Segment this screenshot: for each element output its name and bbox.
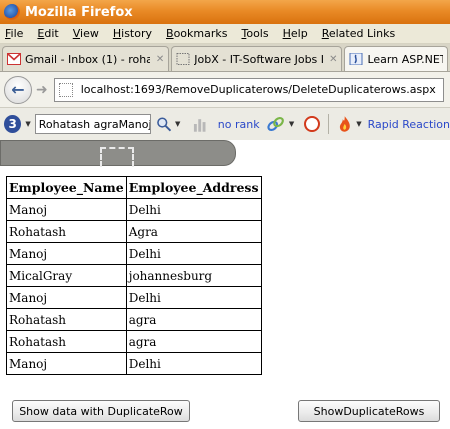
- table-row: Manoj Delhi: [6, 198, 262, 221]
- cell-employee-name: Manoj: [6, 198, 127, 221]
- menu-view[interactable]: View: [73, 27, 99, 40]
- cell-employee-name: MicalGray: [6, 264, 127, 287]
- forward-button[interactable]: ➜: [36, 82, 48, 98]
- back-arrow-icon: ←: [11, 80, 25, 99]
- cell-employee-address: Delhi: [125, 352, 262, 375]
- tab-gmail[interactable]: Gmail - Inbox (1) - rohata... ✕: [2, 46, 170, 71]
- close-icon[interactable]: ✕: [156, 54, 164, 65]
- tab-learn-aspnet[interactable]: Learn ASP.NET: [344, 46, 448, 71]
- table-row: Manoj Delhi: [6, 286, 262, 309]
- cell-employee-address: Delhi: [125, 242, 262, 265]
- navigation-bar: ← ➜ localhost:1693/RemoveDuplicaterows/D…: [0, 72, 450, 108]
- menu-help[interactable]: Help: [283, 27, 308, 40]
- column-header-name: Employee_Name: [6, 176, 127, 199]
- window-titlebar: Mozilla Firefox: [0, 0, 450, 24]
- cell-employee-address: johannesburg: [125, 264, 262, 287]
- cell-employee-name: Manoj: [6, 352, 127, 375]
- dropdown-arrow-icon[interactable]: ▼: [356, 120, 361, 128]
- cell-employee-name: Rohatash: [6, 308, 127, 331]
- menu-bar: File Edit View History Bookmarks Tools H…: [0, 24, 450, 44]
- firefox-logo-icon: [4, 4, 20, 20]
- table-row: Manoj Delhi: [6, 352, 262, 375]
- dropdown-arrow-icon[interactable]: ▼: [289, 120, 294, 128]
- dropdown-arrow-icon[interactable]: ▼: [175, 120, 180, 128]
- bar-chart-icon[interactable]: [192, 116, 207, 132]
- rank-text[interactable]: no rank: [218, 118, 260, 131]
- cell-employee-name: Rohatash: [6, 220, 127, 243]
- menu-related-links[interactable]: Related Links: [322, 27, 396, 40]
- flame-icon[interactable]: [337, 115, 352, 133]
- column-header-address: Employee_Address: [125, 176, 262, 199]
- dropdown-arrow-icon[interactable]: ▼: [25, 120, 30, 128]
- menu-bookmarks[interactable]: Bookmarks: [166, 27, 227, 40]
- table-header-row: Employee_Name Employee_Address: [6, 176, 262, 199]
- cell-employee-name: Manoj: [6, 242, 127, 265]
- employee-table: Employee_Name Employee_Address Manoj Del…: [6, 176, 262, 375]
- show-duplicate-rows-button[interactable]: ShowDuplicateRows: [298, 400, 440, 422]
- menu-edit[interactable]: Edit: [37, 27, 58, 40]
- table-row: Rohatash Agra: [6, 220, 262, 243]
- back-button[interactable]: ←: [4, 75, 32, 104]
- tab-strip: Gmail - Inbox (1) - rohata... ✕ JobX - I…: [0, 44, 450, 72]
- rapid-reaction-link[interactable]: Rapid Reaction: [368, 118, 450, 131]
- aspnet-icon: [349, 53, 363, 65]
- close-icon[interactable]: ✕: [329, 54, 337, 65]
- url-text: localhost:1693/RemoveDuplicaterows/Delet…: [80, 83, 436, 96]
- show-data-with-duplicates-button[interactable]: Show data with DuplicateRow: [12, 400, 190, 422]
- tab-jobx[interactable]: JobX - IT-Software Jobs I... ✕: [171, 46, 343, 71]
- search-icon[interactable]: [156, 116, 171, 132]
- menu-file[interactable]: File: [5, 27, 23, 40]
- gmail-icon: [7, 53, 21, 65]
- menu-tools[interactable]: Tools: [241, 27, 268, 40]
- toolbar-search-input[interactable]: Rohatash agraManoj: [34, 114, 151, 134]
- tab-label: JobX - IT-Software Jobs I...: [194, 52, 324, 66]
- blank-page-icon: [176, 53, 190, 65]
- clock-icon[interactable]: [304, 116, 320, 132]
- url-bar[interactable]: localhost:1693/RemoveDuplicaterows/Delet…: [53, 77, 444, 102]
- link-chain-icon[interactable]: [266, 115, 285, 133]
- tab-label: Gmail - Inbox (1) - rohata...: [25, 52, 150, 66]
- table-row: Rohatash agra: [6, 308, 262, 331]
- toolbar-search-value: Rohatash agraManoj: [38, 117, 151, 131]
- menu-history[interactable]: History: [113, 27, 152, 40]
- window-title: Mozilla Firefox: [25, 4, 133, 20]
- toolbar-badge-icon[interactable]: 3: [4, 115, 22, 133]
- table-row: Rohatash agra: [6, 330, 262, 353]
- cell-employee-address: Agra: [125, 220, 262, 243]
- addon-toolbar: 3 ▼ Rohatash agraManoj ▼ no rank ▼ ▼ Rap…: [0, 108, 450, 140]
- table-row: MicalGray johannesburg: [6, 264, 262, 287]
- cell-employee-address: Delhi: [125, 198, 262, 221]
- table-row: Manoj Delhi: [6, 242, 262, 265]
- cell-employee-address: agra: [125, 330, 262, 353]
- cell-employee-name: Manoj: [6, 286, 127, 309]
- plugin-puzzle-icon: [100, 147, 134, 167]
- tab-label: Learn ASP.NET: [367, 52, 443, 66]
- toolbar-separator: [327, 114, 329, 134]
- cell-employee-name: Rohatash: [6, 330, 127, 353]
- cell-employee-address: agra: [125, 308, 262, 331]
- site-identity-icon[interactable]: [58, 82, 73, 97]
- cell-employee-address: Delhi: [125, 286, 262, 309]
